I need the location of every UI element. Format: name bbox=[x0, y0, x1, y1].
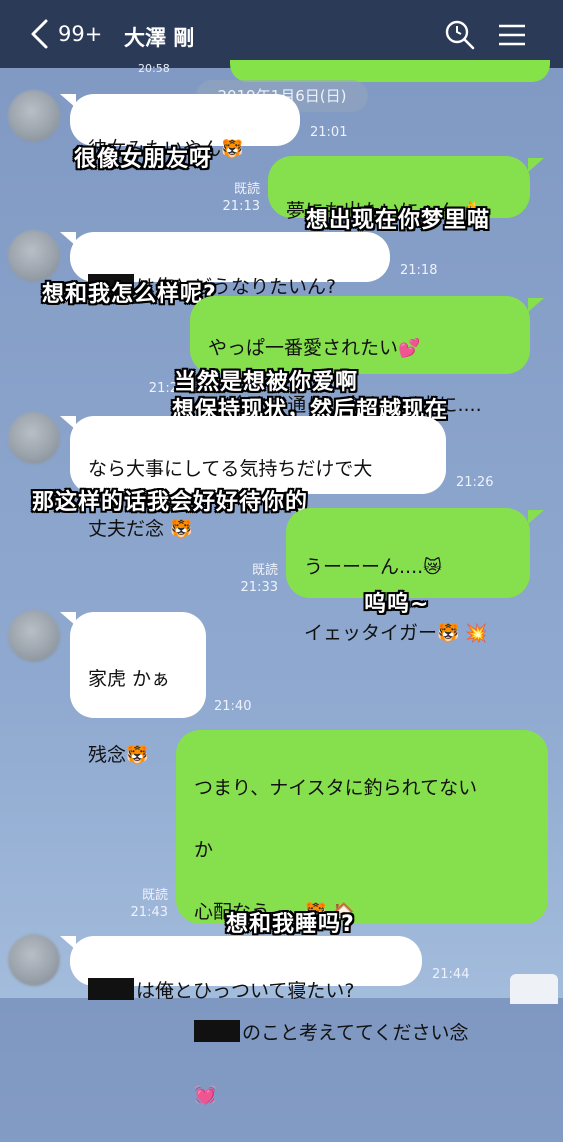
previous-message-bubble-edge bbox=[230, 60, 550, 82]
avatar[interactable] bbox=[8, 230, 60, 282]
message-text: つまり、ナイスタに釣られてない bbox=[194, 777, 478, 799]
message-text: なら大事にしてる気持ちだけで大 bbox=[88, 458, 373, 480]
avatar[interactable] bbox=[8, 610, 60, 662]
avatar[interactable] bbox=[8, 412, 60, 464]
avatar[interactable] bbox=[8, 90, 60, 142]
message-line: やっぱ一番愛されたい💕 bbox=[208, 334, 512, 363]
message-bubble[interactable]: うーーーん....😿 イェッタイガー🐯 💥 bbox=[286, 508, 530, 644]
message-bubble[interactable]: つまり、ナイスタに釣られてない か 心配なう、、 🐯 🏠 のこと考えててください… bbox=[176, 730, 548, 1106]
two-hearts-emoji-icon: 💕 bbox=[398, 338, 421, 359]
message-time: 21:18 bbox=[400, 263, 438, 278]
message-line: のこと考えててください念 bbox=[194, 1018, 530, 1049]
bubble-tail bbox=[528, 510, 544, 524]
search-icon[interactable] bbox=[444, 19, 476, 51]
message-text: 丈夫だ念 bbox=[88, 518, 165, 540]
bubble-tail bbox=[528, 298, 544, 312]
message-text: か bbox=[194, 839, 214, 861]
message-text: 家虎 かぁ bbox=[88, 668, 171, 690]
message-time: 21:26 bbox=[456, 475, 494, 490]
message-text: は俺とひっついて寝たい? bbox=[136, 980, 355, 1002]
menu-icon[interactable] bbox=[496, 19, 528, 51]
unread-count[interactable]: 99+ bbox=[58, 22, 102, 46]
message-line: イェッタイガー🐯 💥 bbox=[304, 617, 512, 650]
subtitle-caption: 想和我怎么样呢? bbox=[42, 282, 217, 307]
message-text: のこと考えててください念 bbox=[242, 1022, 469, 1044]
message-text: 残念 bbox=[88, 744, 127, 766]
tiger-boom-emoji-icon: 🐯 💥 bbox=[437, 623, 488, 644]
message-bubble[interactable]: やっぱ一番愛されたい💕 (((今まで通り、今まで以上に.... bbox=[190, 296, 530, 416]
subtitle-caption: 想和我睡吗? bbox=[226, 912, 355, 937]
message-time: 21:33 bbox=[240, 580, 278, 595]
message-time: 21:13 bbox=[222, 199, 260, 214]
subtitle-caption: 很像女朋友呀 bbox=[74, 147, 213, 172]
read-receipt: 既読 bbox=[233, 182, 260, 197]
message-time: 20:58 bbox=[138, 62, 170, 75]
bubble-tail bbox=[528, 158, 544, 172]
message-time: 21:40 bbox=[214, 699, 252, 714]
message-text: やっぱ一番愛されたい bbox=[208, 337, 399, 359]
avatar[interactable] bbox=[8, 934, 60, 986]
message-bubble[interactable]: は俺とどうなりたいん? bbox=[70, 232, 390, 298]
heart-emoji-icon: 💓 bbox=[194, 1085, 217, 1106]
message-time: 21:01 bbox=[310, 125, 348, 140]
message-bubble[interactable]: 彼女みたいやん🐯 bbox=[70, 94, 300, 160]
redaction-block bbox=[88, 978, 134, 1000]
message-time: 21:43 bbox=[130, 905, 168, 920]
message-time: 21:44 bbox=[432, 967, 470, 982]
message-bubble[interactable]: は俺とひっついて寝たい? bbox=[70, 936, 422, 1002]
subtitle-caption: 呜呜~ bbox=[364, 592, 430, 617]
redaction-block bbox=[194, 1020, 240, 1042]
back-chevron-icon[interactable] bbox=[26, 18, 54, 50]
subtitle-caption: 想出现在你梦里喵 bbox=[306, 208, 491, 233]
crying-cat-emoji-icon: 😿 bbox=[423, 557, 442, 578]
tiger-emoji-icon: 🐯 bbox=[170, 519, 193, 540]
message-line: うーーーん....😿 bbox=[304, 551, 512, 584]
contact-name: 大澤 剛 bbox=[124, 26, 195, 50]
chat-header: 99+ 大澤 剛 bbox=[0, 0, 563, 68]
tiger-emoji-icon: 🐯 bbox=[221, 139, 244, 160]
scroll-down-button[interactable] bbox=[510, 974, 558, 1004]
message-text: うーーーん.... bbox=[304, 556, 424, 578]
tiger-emoji-icon: 🐯 bbox=[126, 745, 149, 766]
message-line: 残念🐯 bbox=[88, 736, 188, 775]
message-text: イェッタイガー bbox=[304, 622, 438, 644]
read-receipt: 既読 bbox=[141, 888, 168, 903]
message-bubble[interactable]: 家虎 かぁ 残念🐯 bbox=[70, 612, 206, 766]
message-bubble[interactable]: なら大事にしてる気持ちだけで大 丈夫だ念 🐯 bbox=[70, 416, 446, 540]
subtitle-caption: 那这样的话我会好好待你的 bbox=[32, 490, 309, 515]
read-receipt: 既読 bbox=[251, 563, 278, 578]
